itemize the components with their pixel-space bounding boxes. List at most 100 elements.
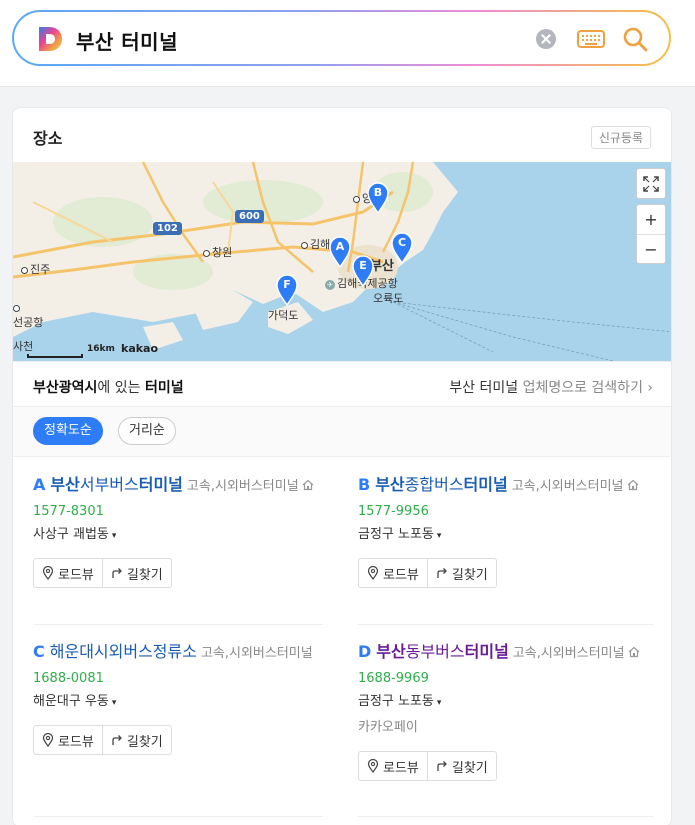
result-item-a: A 부산서부버스터미널 고속,시외버스터미널 1577-8301 사상구 괘법동 ▾ … bbox=[33, 472, 323, 588]
result-title: C 해운대시외버스정류소 고속,시외버스터미널 bbox=[33, 639, 323, 667]
result-name-link[interactable]: 해운대시외버스정류소 bbox=[50, 642, 197, 661]
city-dot-icon bbox=[21, 266, 28, 274]
place-card-title: 장소 bbox=[33, 129, 63, 148]
region-search-query: 부산 터미널 bbox=[449, 380, 519, 396]
home-icon[interactable] bbox=[627, 479, 639, 491]
result-actions: 로드뷰 길찾기 bbox=[33, 725, 172, 755]
zoom-out-button[interactable]: − bbox=[637, 234, 665, 263]
result-actions: 로드뷰 길찾기 bbox=[358, 751, 497, 781]
location-pin-icon bbox=[367, 759, 379, 773]
search-inner[interactable]: 부산 터미널 bbox=[14, 12, 669, 64]
region-category: 터미널 bbox=[144, 380, 184, 396]
directions-button[interactable]: 길찾기 bbox=[426, 559, 496, 587]
result-title: D 부산동부버스터미널 고속,시외버스터미널 bbox=[358, 639, 648, 667]
row-divider bbox=[358, 624, 653, 625]
location-pin-icon bbox=[42, 566, 54, 580]
row-divider bbox=[358, 816, 653, 817]
roadview-button[interactable]: 로드뷰 bbox=[359, 559, 427, 587]
fullscreen-control[interactable] bbox=[636, 168, 666, 199]
daum-logo-icon[interactable] bbox=[36, 25, 64, 53]
expand-icon bbox=[643, 175, 659, 192]
sort-accuracy-button[interactable]: 정확도순 bbox=[33, 417, 103, 445]
map-marker-c[interactable]: C bbox=[390, 232, 414, 264]
directions-button[interactable]: 길찾기 bbox=[101, 559, 171, 587]
result-address[interactable]: 금정구 노포동 ▾ bbox=[358, 523, 648, 542]
map-scale-bar bbox=[27, 354, 83, 358]
result-name-link[interactable]: 부산동부버스터미널 bbox=[376, 642, 509, 661]
search-header: 부산 터미널 bbox=[0, 0, 695, 87]
business-name-search-link[interactable]: 부산 터미널 업체명으로 검색하기 › bbox=[449, 377, 653, 397]
marker-label: B bbox=[373, 186, 383, 199]
chevron-down-icon: ▾ bbox=[436, 698, 442, 708]
search-icon[interactable] bbox=[622, 26, 648, 52]
clear-search-button[interactable] bbox=[536, 29, 556, 49]
road-sign-102: 102 bbox=[153, 222, 182, 235]
map-label-gimhae: 김해 bbox=[301, 236, 330, 252]
result-name-link[interactable]: 부산서부버스터미널 bbox=[50, 475, 183, 494]
search-query[interactable]: 부산 터미널 bbox=[76, 26, 178, 55]
directions-arrow-icon bbox=[437, 568, 447, 578]
map-label-gadeokdo: 가덕도 bbox=[268, 309, 299, 322]
result-phone[interactable]: 1688-9969 bbox=[358, 671, 648, 686]
result-letter: A bbox=[33, 475, 46, 494]
city-dot-icon bbox=[13, 304, 20, 312]
result-category: 고속,시외버스터미널 bbox=[186, 479, 299, 494]
result-category: 고속,시외버스터미널 bbox=[512, 646, 625, 661]
directions-button[interactable]: 길찾기 bbox=[101, 726, 171, 754]
zoom-in-button[interactable]: + bbox=[637, 205, 665, 234]
place-card: 장소 신규등록 102 600 김해 창원 진주 부산 ✈ 김해국제공항 가덕도… bbox=[12, 107, 672, 825]
result-item-c: C 해운대시외버스정류소 고속,시외버스터미널 1688-0081 해운대구 우동 ▾… bbox=[33, 639, 323, 755]
map-marker-e[interactable]: E bbox=[351, 255, 375, 287]
location-pin-icon bbox=[42, 733, 54, 747]
directions-button[interactable]: 길찾기 bbox=[426, 752, 496, 780]
airport-icon: ✈ bbox=[325, 280, 335, 290]
marker-label: A bbox=[335, 240, 345, 253]
map-marker-b[interactable]: B bbox=[366, 182, 390, 214]
result-category: 고속,시외버스터미널 bbox=[200, 646, 313, 661]
result-address[interactable]: 금정구 노포동 ▾ bbox=[358, 690, 648, 709]
result-phone[interactable]: 1577-9956 bbox=[358, 504, 648, 519]
map-label-west-dot bbox=[13, 301, 22, 314]
register-button[interactable]: 신규등록 bbox=[590, 126, 651, 149]
roadview-button[interactable]: 로드뷰 bbox=[34, 559, 102, 587]
chevron-down-icon: ▾ bbox=[111, 531, 117, 541]
city-dot-icon bbox=[353, 195, 360, 203]
home-icon[interactable] bbox=[628, 646, 640, 658]
result-actions: 로드뷰 길찾기 bbox=[33, 558, 172, 588]
result-letter: D bbox=[358, 642, 372, 661]
result-phone[interactable]: 1688-0081 bbox=[33, 671, 323, 686]
result-address[interactable]: 해운대구 우동 ▾ bbox=[33, 690, 323, 709]
map-marker-a[interactable]: A bbox=[328, 236, 352, 268]
row-divider bbox=[33, 624, 323, 625]
kakao-map-logo: kakao bbox=[121, 342, 159, 355]
result-address[interactable]: 사상구 괘법동 ▾ bbox=[33, 523, 323, 542]
result-letter: C bbox=[33, 642, 45, 661]
directions-arrow-icon bbox=[437, 761, 447, 771]
result-title: B 부산종합버스터미널 고속,시외버스터미널 bbox=[358, 472, 648, 500]
result-phone[interactable]: 1577-8301 bbox=[33, 504, 323, 519]
roadview-button[interactable]: 로드뷰 bbox=[34, 726, 102, 754]
sort-distance-button[interactable]: 거리순 bbox=[118, 417, 176, 445]
result-title: A 부산서부버스터미널 고속,시외버스터미널 bbox=[33, 472, 323, 500]
fullscreen-button[interactable] bbox=[637, 169, 665, 198]
result-name-link[interactable]: 부산종합버스터미널 bbox=[375, 475, 508, 494]
result-actions: 로드뷰 길찾기 bbox=[358, 558, 497, 588]
keyboard-icon[interactable] bbox=[577, 29, 605, 49]
map-label-changwon: 창원 bbox=[203, 244, 232, 260]
search-box[interactable]: 부산 터미널 bbox=[12, 10, 671, 66]
region-text: 부산광역시에 있는 터미널 bbox=[33, 377, 184, 397]
zoom-control[interactable]: + − bbox=[636, 204, 666, 264]
location-pin-icon bbox=[367, 566, 379, 580]
result-letter: B bbox=[358, 475, 371, 494]
map[interactable]: 102 600 양산 김해 창원 진주 부산 ✈김해국제공항 가덕도 오륙도 선… bbox=[13, 162, 671, 361]
region-search-suffix: 업체명으로 검색하기 › bbox=[518, 380, 653, 396]
chevron-down-icon: ▾ bbox=[436, 531, 442, 541]
home-icon[interactable] bbox=[302, 479, 314, 491]
result-category: 고속,시외버스터미널 bbox=[511, 479, 624, 494]
row-divider bbox=[33, 816, 323, 817]
kakaopay-badge: 카카오페이 bbox=[358, 720, 418, 735]
roadview-button[interactable]: 로드뷰 bbox=[359, 752, 427, 780]
region-row: 부산광역시에 있는 터미널 부산 터미널 업체명으로 검색하기 › bbox=[13, 361, 671, 407]
city-dot-icon bbox=[203, 249, 210, 257]
map-marker-f[interactable]: F bbox=[275, 274, 299, 306]
